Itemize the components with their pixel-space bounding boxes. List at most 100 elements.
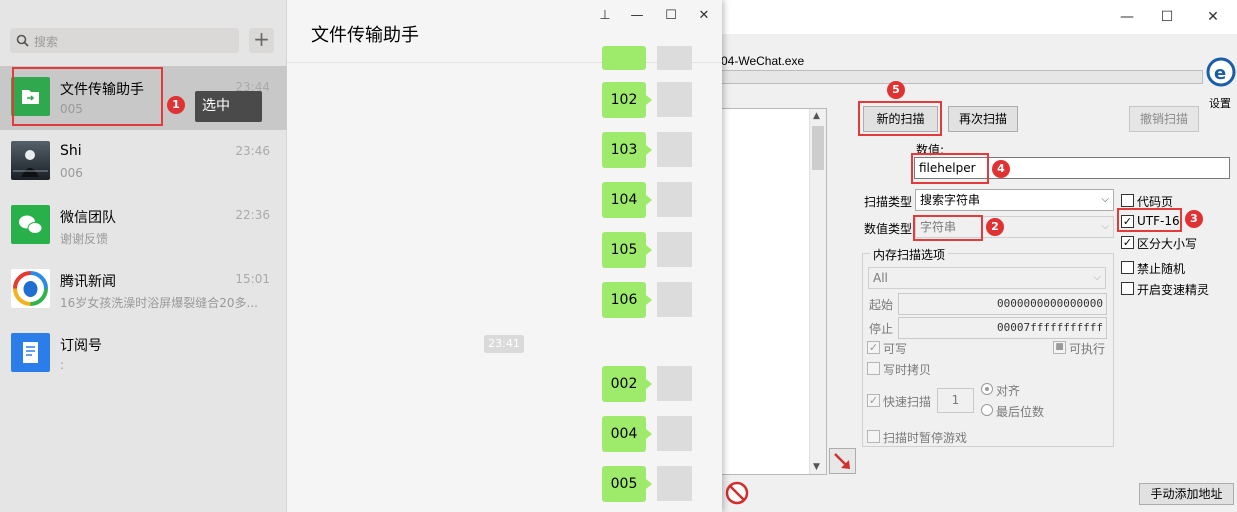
user-avatar[interactable] (657, 466, 692, 501)
add-to-list-button[interactable] (829, 448, 856, 474)
message-bubble[interactable]: 002 (602, 366, 646, 402)
chat-timestamp: 23:41 (484, 335, 524, 353)
last-digits-label: 最后位数 (996, 405, 1045, 419)
fast-scan-checkbox[interactable]: ✓ (867, 394, 880, 407)
shi-avatar (11, 141, 50, 180)
ce-titlebar: — ☐ ✕ (701, 0, 1237, 34)
start-label: 起始 (869, 298, 894, 312)
user-avatar[interactable] (657, 282, 692, 317)
annotation-box-3 (1117, 208, 1182, 232)
user-avatar[interactable] (657, 132, 692, 167)
bubble-tail (646, 479, 652, 489)
message-bubble[interactable]: 106 (602, 282, 646, 318)
close-button[interactable]: ✕ (693, 6, 715, 26)
next-scan-button[interactable]: 再次扫描 (948, 106, 1018, 132)
align-label: 对齐 (996, 384, 1021, 398)
pause-game-label: 扫描时暂停游戏 (883, 431, 968, 445)
maximize-button[interactable]: ☐ (660, 6, 682, 26)
bubble-tail (646, 145, 652, 155)
svg-text:e: e (1214, 63, 1226, 84)
conversation-name: Shi (60, 143, 82, 159)
message-bubble[interactable]: 005 (602, 466, 646, 502)
ce-logo-icon[interactable]: e (1206, 55, 1236, 93)
message-bubble[interactable]: 102 (602, 82, 646, 118)
scan-type-value: 搜索字符串 (920, 193, 981, 207)
conversation-name: 订阅号 (60, 338, 102, 354)
scroll-down-icon[interactable]: ▼ (813, 462, 820, 472)
writable-checkbox[interactable]: ✓ (867, 341, 880, 354)
stop-address-input[interactable]: 00007fffffffffff (898, 317, 1107, 339)
add-chat-button[interactable]: + (249, 28, 274, 53)
annotation-badge-4: 4 (992, 160, 1010, 178)
user-avatar[interactable] (657, 366, 692, 401)
pause-game-checkbox[interactable] (867, 430, 880, 443)
annotation-badge-5: 5 (887, 81, 905, 99)
conversation-wechat-team[interactable]: 微信团队 谢谢反馈 22:36 (0, 194, 287, 258)
add-address-manually-button[interactable]: 手动添加地址 (1139, 483, 1234, 505)
no-random-label: 禁止随机 (1137, 262, 1186, 276)
conversation-time: 15:01 (235, 272, 270, 286)
message-bubble[interactable]: 103 (602, 132, 646, 168)
no-random-checkbox[interactable] (1121, 261, 1134, 274)
annotation-box-4 (911, 153, 989, 184)
bubble-tail (646, 295, 652, 305)
search-placeholder: 搜索 (34, 35, 59, 49)
user-avatar (657, 46, 692, 70)
speedhack-label: 开启变速精灵 (1137, 283, 1210, 297)
wechat-window: 搜索 + 文件传输助手 005 23:44 Shi 006 23:46 微信团队… (0, 0, 722, 512)
start-address-input[interactable]: 0000000000000000 (898, 293, 1107, 315)
scroll-thumb[interactable] (812, 126, 824, 170)
conversation-tencent-news[interactable]: 腾讯新闻 16岁女孩洗澡时浴屏爆裂缝合20多... 15:01 (0, 258, 287, 322)
ce-maximize-button[interactable]: ☐ (1157, 8, 1177, 26)
align-radio[interactable] (981, 383, 993, 395)
executable-checkbox[interactable]: ■ (1053, 341, 1066, 354)
annotation-box-1 (12, 67, 163, 126)
annotation-badge-1: 1 (167, 96, 185, 114)
message-bubble[interactable]: 004 (602, 416, 646, 452)
conversation-shi[interactable]: Shi 006 23:46 (0, 130, 287, 194)
ce-close-button[interactable]: ✕ (1203, 8, 1223, 26)
conversation-subscriptions[interactable]: 订阅号 : (0, 322, 287, 386)
conversation-preview: 16岁女孩洗澡时浴屏爆裂缝合20多... (60, 296, 258, 310)
undo-scan-button[interactable]: 撤销扫描 (1129, 106, 1199, 132)
memory-region-select[interactable]: All ⌵ (868, 267, 1106, 289)
memory-options-label: 内存扫描选项 (870, 246, 949, 263)
search-input[interactable]: 搜索 (10, 28, 239, 53)
case-sensitive-checkbox[interactable]: ✓ (1121, 236, 1134, 249)
chevron-down-icon: ⌵ (1093, 272, 1101, 283)
speedhack-checkbox[interactable] (1121, 282, 1134, 295)
message-bubble[interactable]: 105 (602, 232, 646, 268)
message-bubble[interactable]: 104 (602, 182, 646, 218)
select-tooltip: 选中 (195, 91, 262, 122)
settings-label[interactable]: 设置 (1209, 95, 1231, 111)
message-bubble (602, 46, 646, 70)
fast-scan-value-input[interactable]: 1 (937, 388, 974, 413)
chevron-down-icon: ⌵ (1101, 221, 1109, 232)
user-avatar[interactable] (657, 82, 692, 117)
red-arrow-icon (834, 453, 850, 469)
executable-label: 可执行 (1069, 342, 1106, 356)
conversation-preview: 006 (60, 166, 83, 180)
results-scrollbar[interactable]: ▲ ▼ (809, 109, 826, 474)
new-scan-button[interactable]: 新的扫描 (863, 106, 938, 132)
fast-scan-label: 快速扫描 (883, 395, 932, 409)
wechat-sidebar: 搜索 + 文件传输助手 005 23:44 Shi 006 23:46 微信团队… (0, 0, 287, 512)
ce-minimize-button[interactable]: — (1117, 8, 1137, 26)
minimize-button[interactable]: — (626, 6, 648, 26)
copy-on-write-checkbox[interactable] (867, 362, 880, 375)
codepage-checkbox[interactable] (1121, 194, 1134, 207)
annotation-badge-3: 3 (1185, 210, 1203, 228)
subscriptions-avatar (11, 333, 50, 372)
user-avatar[interactable] (657, 232, 692, 267)
user-avatar[interactable] (657, 182, 692, 217)
stop-scan-icon[interactable] (725, 481, 749, 505)
bubble-tail (646, 195, 652, 205)
last-digits-radio[interactable] (981, 404, 993, 416)
user-avatar[interactable] (657, 416, 692, 451)
pin-icon[interactable]: ⊥ (594, 6, 616, 26)
conversation-time: 23:46 (235, 144, 270, 158)
scroll-up-icon[interactable]: ▲ (813, 111, 820, 121)
scan-type-select[interactable]: 搜索字符串 ⌵ (915, 189, 1114, 211)
scan-results-list[interactable]: ▲ ▼ (721, 108, 827, 475)
bubble-tail (646, 429, 652, 439)
